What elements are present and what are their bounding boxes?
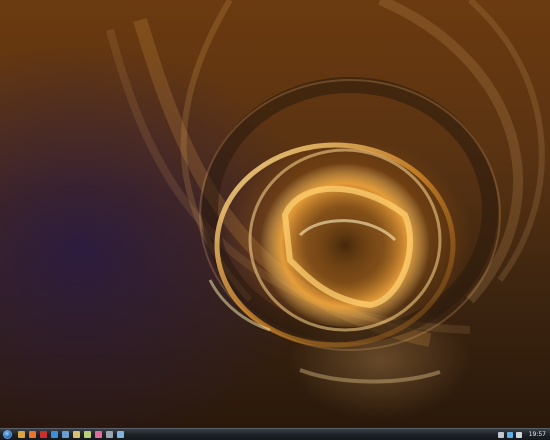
volume-icon[interactable] [515,431,522,438]
settings-icon[interactable] [106,431,113,438]
arrow-up-icon[interactable] [497,431,504,438]
computer-icon[interactable] [62,431,69,438]
media-player-icon[interactable] [18,431,25,438]
quick-launch-bar [18,431,124,438]
pinwheel-icon[interactable] [95,431,102,438]
windows-start-orb-icon[interactable] [3,430,12,439]
desktop[interactable] [0,0,550,428]
wallpaper-image [106,0,545,384]
system-tray: 19:57 [497,429,550,440]
firefox-icon[interactable] [29,431,36,438]
clock[interactable]: 19:57 [529,431,546,439]
flag-icon[interactable] [40,431,47,438]
photo-icon[interactable] [84,431,91,438]
network-icon[interactable] [506,431,513,438]
taskbar: 19:57 [0,428,550,440]
internet-explorer-icon[interactable] [51,431,58,438]
window-icon[interactable] [117,431,124,438]
documents-icon[interactable] [73,431,80,438]
